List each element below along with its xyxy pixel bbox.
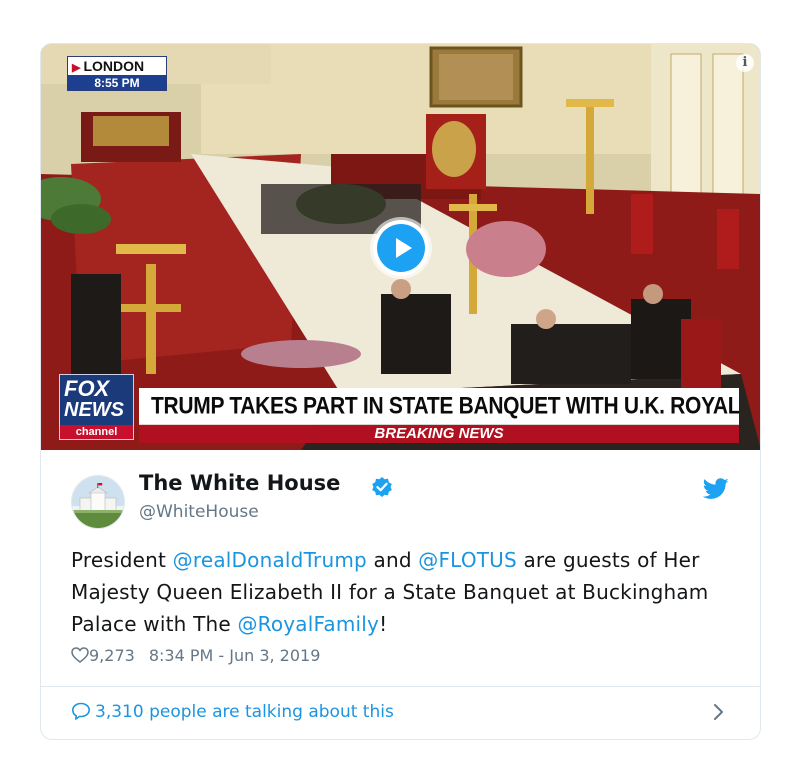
heart-icon[interactable] — [71, 647, 89, 663]
mention-link[interactable]: @realDonaldTrump — [173, 548, 367, 572]
tweet-text: President @realDonaldTrump and @FLOTUS a… — [71, 548, 709, 636]
conversation-count-label: 3,310 people are talking about this — [95, 702, 394, 722]
tweet-meta: 9,273 8:34 PM - Jun 3, 2019 — [71, 646, 320, 665]
broadcast-time: 8:55 PM — [67, 76, 167, 91]
white-house-avatar-icon — [72, 476, 124, 528]
news-headline: TRUMP TAKES PART IN STATE BANQUET WITH U… — [139, 388, 739, 425]
location-label: LONDON — [83, 58, 145, 74]
author-name[interactable]: The White House — [139, 471, 340, 495]
video-player[interactable]: i ▶ LONDON 8:55 PM FOX NEWS channel TRUMP… — [41, 44, 760, 450]
author-handle[interactable]: @WhiteHouse — [139, 502, 259, 522]
breaking-news-ticker: BREAKING NEWS — [139, 425, 739, 443]
embedded-tweet-card: i ▶ LONDON 8:55 PM FOX NEWS channel TRUMP… — [40, 43, 761, 740]
tweet-timestamp[interactable]: 8:34 PM - Jun 3, 2019 — [149, 646, 321, 665]
chevron-right-icon[interactable] — [711, 700, 727, 724]
play-button[interactable] — [373, 220, 429, 276]
speech-bubble-icon — [72, 702, 90, 720]
play-icon — [396, 238, 412, 258]
location-badge: ▶ LONDON 8:55 PM — [67, 56, 167, 91]
conversation-link[interactable]: 3,310 people are talking about this — [71, 702, 394, 722]
avatar[interactable] — [71, 475, 125, 529]
mention-link[interactable]: @RoyalFamily — [237, 612, 379, 636]
twitter-bird-icon[interactable] — [703, 478, 729, 500]
info-icon[interactable]: i — [736, 54, 754, 72]
news-lower-third: TRUMP TAKES PART IN STATE BANQUET WITH U… — [139, 388, 739, 443]
verified-badge-icon — [372, 477, 392, 497]
mention-link[interactable]: @FLOTUS — [418, 548, 517, 572]
divider — [41, 686, 760, 687]
play-marker-icon: ▶ — [72, 62, 81, 74]
like-count[interactable]: 9,273 — [89, 646, 135, 665]
fox-news-logo: FOX NEWS channel — [59, 374, 134, 440]
